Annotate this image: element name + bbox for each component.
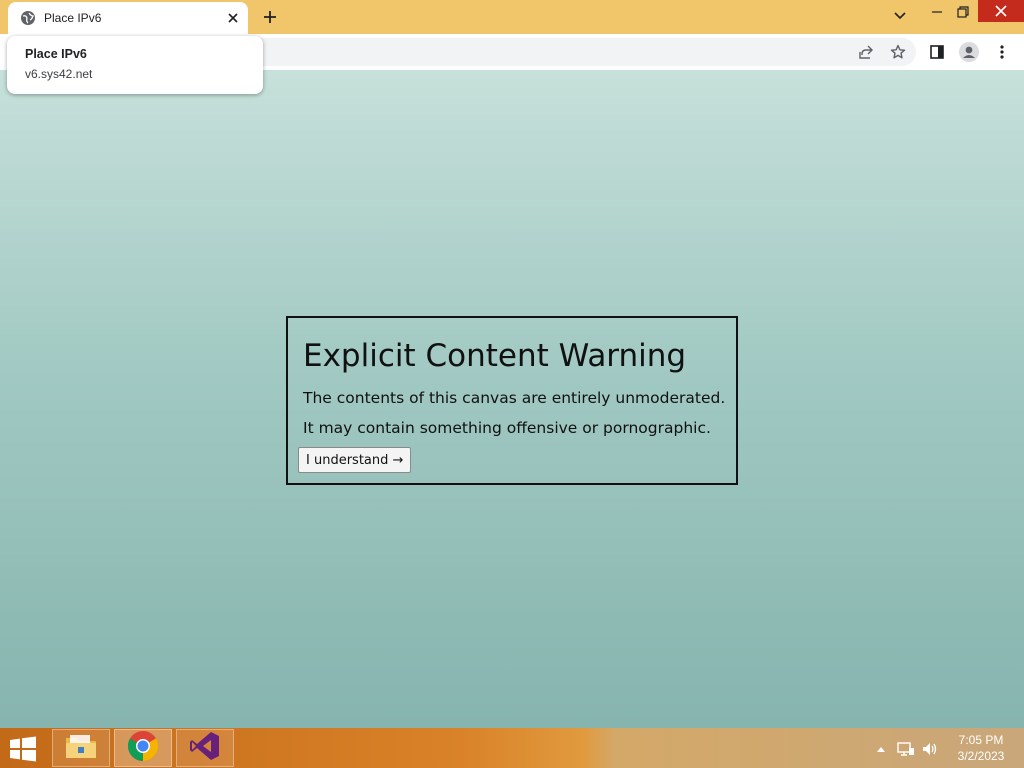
page-canvas: Explicit Content Warning The contents of… bbox=[0, 70, 1024, 728]
taskbar-app-visual-studio[interactable] bbox=[176, 729, 234, 767]
i-understand-button[interactable]: I understand → bbox=[298, 447, 412, 473]
tab-strip: Place IPv6 bbox=[0, 0, 1024, 34]
visual-studio-icon bbox=[189, 731, 221, 766]
network-icon[interactable] bbox=[896, 740, 916, 758]
chrome-icon bbox=[127, 730, 159, 767]
profile-avatar-icon[interactable] bbox=[959, 42, 979, 62]
tab-hover-card: Place IPv6 v6.sys42.net bbox=[7, 36, 263, 94]
new-tab-icon[interactable] bbox=[258, 6, 282, 28]
volume-icon[interactable] bbox=[920, 740, 940, 758]
share-icon[interactable] bbox=[856, 42, 876, 62]
hover-card-url: v6.sys42.net bbox=[25, 67, 93, 81]
content-warning-dialog: Explicit Content Warning The contents of… bbox=[286, 316, 738, 485]
warning-title: Explicit Content Warning bbox=[303, 338, 687, 374]
address-bar[interactable] bbox=[250, 38, 916, 66]
minimize-icon[interactable] bbox=[924, 0, 950, 24]
menu-kebab-icon[interactable] bbox=[992, 42, 1012, 62]
taskbar-app-google-chrome[interactable] bbox=[114, 729, 172, 767]
restore-icon[interactable] bbox=[950, 0, 976, 24]
warning-message-line-1: The contents of this canvas are entirely… bbox=[303, 389, 726, 407]
folder-icon bbox=[64, 732, 98, 765]
bookmark-star-icon[interactable] bbox=[888, 42, 908, 62]
hover-card-title: Place IPv6 bbox=[25, 47, 87, 61]
side-panel-icon[interactable] bbox=[927, 42, 947, 62]
clock-date: 3/2/2023 bbox=[957, 749, 1005, 763]
clock-time: 7:05 PM bbox=[958, 733, 1004, 747]
warning-message-line-2: It may contain something offensive or po… bbox=[303, 419, 711, 437]
taskbar bbox=[0, 728, 1024, 768]
tab-search-chevron-icon[interactable] bbox=[888, 4, 912, 28]
taskbar-clock[interactable]: 7:05 PM 3/2/2023 bbox=[946, 732, 1016, 764]
window-close-icon[interactable] bbox=[978, 0, 1024, 22]
windows-start-icon[interactable] bbox=[8, 736, 38, 762]
tab-close-icon[interactable] bbox=[224, 9, 242, 27]
tab-title: Place IPv6 bbox=[44, 11, 102, 25]
browser-tab[interactable]: Place IPv6 bbox=[8, 2, 248, 34]
taskbar-app-file-explorer[interactable] bbox=[52, 729, 110, 767]
show-hidden-icons-icon[interactable] bbox=[874, 740, 888, 758]
globe-icon bbox=[20, 10, 36, 26]
